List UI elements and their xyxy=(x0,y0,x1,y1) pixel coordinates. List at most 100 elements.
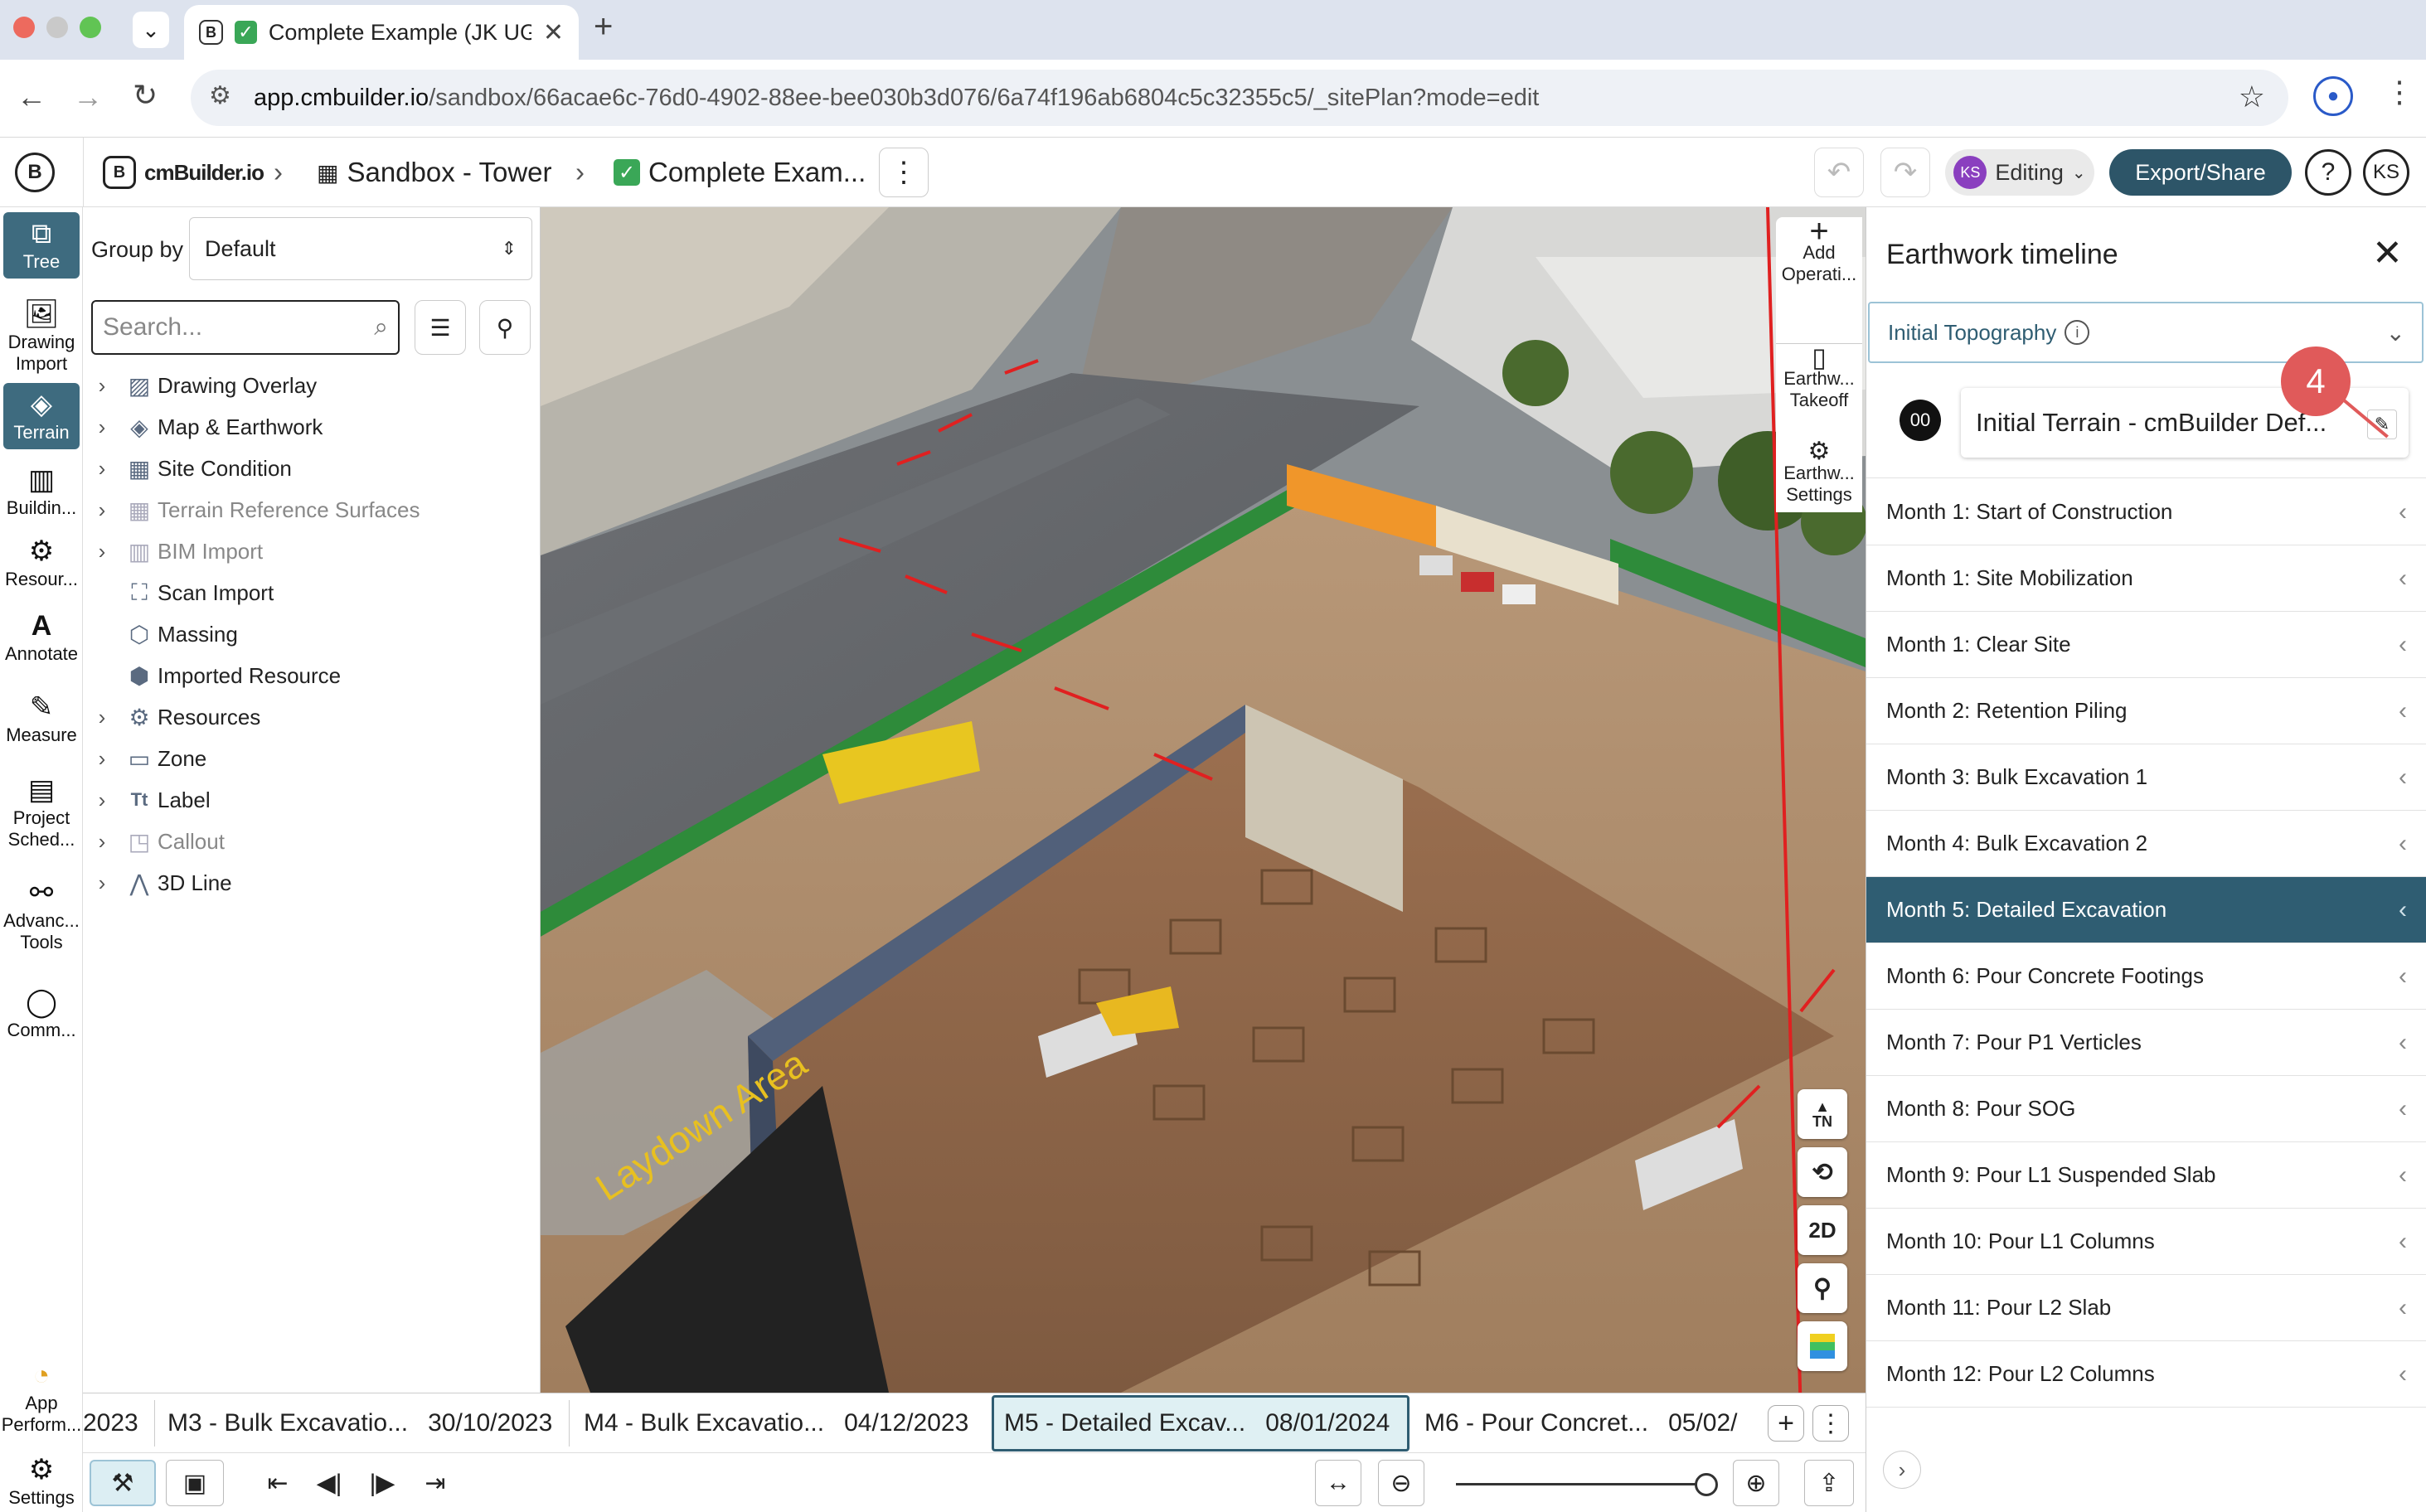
rail-advanced-tools[interactable]: ⚯ Advanc... Tools xyxy=(0,877,83,953)
tree-item-terrain-reference-surfaces[interactable]: › ▦ Terrain Reference Surfaces xyxy=(83,489,420,531)
rail-tree[interactable]: ⧉ Tree xyxy=(3,212,80,279)
tree-item-imported-resource[interactable]: ⬢ Imported Resource xyxy=(83,655,341,696)
skip-to-start-icon[interactable]: ⇤ xyxy=(257,1460,298,1506)
help-button[interactable]: ? xyxy=(2305,149,2351,196)
add-phase-icon[interactable]: + xyxy=(1768,1405,1804,1442)
tree-item-callout[interactable]: › ◳ Callout xyxy=(83,821,225,862)
url-field[interactable]: ⚙ app.cmbuilder.io/sandbox/66acae6c-76d0… xyxy=(191,70,2288,126)
earthwork-settings-button[interactable]: ⚙ Earthw... Settings xyxy=(1776,439,1862,512)
breadcrumb-sandbox[interactable]: ▦ Sandbox - Tower xyxy=(317,138,552,207)
chevron-left-icon[interactable]: ‹ xyxy=(2399,697,2407,725)
fit-width-icon[interactable]: ↔ xyxy=(1315,1460,1361,1506)
month-row[interactable]: Month 10: Pour L1 Columns ‹ xyxy=(1866,1209,2426,1275)
presentation-mode-icon[interactable]: ▣ xyxy=(166,1460,224,1506)
chevron-left-icon[interactable]: ‹ xyxy=(2399,962,2407,991)
profile-icon[interactable]: ● xyxy=(2313,76,2353,116)
chevron-left-icon[interactable]: ‹ xyxy=(2399,1228,2407,1256)
project-menu-icon[interactable]: ⋮ xyxy=(879,148,929,197)
chevron-left-icon[interactable]: ‹ xyxy=(2399,498,2407,526)
rail-building[interactable]: ▥ Buildin... xyxy=(0,464,83,519)
tab-list-chevron-icon[interactable]: ⌄ xyxy=(133,12,169,48)
phase-item[interactable]: 2023 xyxy=(83,1397,154,1450)
chevron-left-icon[interactable]: ‹ xyxy=(2399,565,2407,593)
month-row[interactable]: Month 4: Bulk Excavation 2 ‹ xyxy=(1866,811,2426,877)
rail-comments[interactable]: ◯ Comm... xyxy=(0,986,83,1041)
groupby-select[interactable]: Default ⇕ xyxy=(189,217,532,280)
close-window-dot[interactable] xyxy=(13,17,35,38)
month-row[interactable]: Month 6: Pour Concrete Footings ‹ xyxy=(1866,943,2426,1010)
month-row[interactable]: Month 1: Clear Site ‹ xyxy=(1866,612,2426,678)
forward-arrow-icon[interactable]: → xyxy=(73,80,103,114)
back-arrow-icon[interactable]: ← xyxy=(17,80,46,114)
upload-export-icon[interactable]: ⇪ xyxy=(1804,1460,1854,1506)
month-row[interactable]: Month 1: Start of Construction ‹ xyxy=(1866,479,2426,545)
month-row[interactable]: Month 8: Pour SOG ‹ xyxy=(1866,1076,2426,1142)
minimize-window-dot[interactable] xyxy=(46,17,68,38)
tree-item-massing[interactable]: ⬡ Massing xyxy=(83,613,238,655)
user-avatar[interactable]: KS xyxy=(2363,149,2409,196)
rail-app-performance[interactable]: ◔ App Perform... xyxy=(0,1359,83,1436)
tree-item-map-earthwork[interactable]: › ◈ Map & Earthwork xyxy=(83,406,323,448)
site-settings-icon[interactable]: ⚙ xyxy=(209,81,231,110)
chevron-left-icon[interactable]: ‹ xyxy=(2399,631,2407,659)
chevron-right-icon[interactable]: › xyxy=(83,497,121,523)
redo-icon[interactable]: ↷ xyxy=(1880,148,1930,197)
add-operation-button[interactable]: + Add Operati... xyxy=(1776,215,1862,285)
chevron-left-icon[interactable]: ‹ xyxy=(2399,763,2407,792)
new-tab-button[interactable]: + xyxy=(594,8,613,46)
chevron-right-icon[interactable]: › xyxy=(83,539,121,565)
month-row-active[interactable]: Month 5: Detailed Excavation ‹ xyxy=(1866,877,2426,943)
month-row[interactable]: Month 3: Bulk Excavation 1 ‹ xyxy=(1866,744,2426,811)
toggle-2d-button[interactable]: 2D xyxy=(1798,1205,1847,1255)
zoom-in-icon[interactable]: ⊕ xyxy=(1733,1460,1779,1506)
month-row[interactable]: Month 1: Site Mobilization ‹ xyxy=(1866,545,2426,612)
month-row[interactable]: Month 9: Pour L1 Suspended Slab ‹ xyxy=(1866,1142,2426,1209)
month-row[interactable]: Month 12: Pour L2 Columns ‹ xyxy=(1866,1341,2426,1408)
rail-terrain[interactable]: ◈ Terrain xyxy=(3,383,80,449)
month-row[interactable]: Month 11: Pour L2 Slab ‹ xyxy=(1866,1275,2426,1341)
tree-item-scan-import[interactable]: ⛶ Scan Import xyxy=(83,572,274,613)
info-icon[interactable]: i xyxy=(2065,320,2090,345)
browser-tab[interactable]: B ✓ Complete Example (JK UG ✕ xyxy=(184,5,579,60)
chevron-right-icon[interactable]: › xyxy=(83,746,121,772)
editing-mode-dropdown[interactable]: KS Editing ⌄ xyxy=(1945,149,2094,196)
expand-panel-icon[interactable]: › xyxy=(1883,1451,1921,1489)
earthwork-takeoff-button[interactable]: ▯ Earthw... Takeoff xyxy=(1776,344,1862,411)
true-north-button[interactable]: ▲ TN xyxy=(1798,1089,1847,1139)
zoom-slider-thumb[interactable] xyxy=(1695,1473,1718,1496)
step-back-icon[interactable]: ◀| xyxy=(308,1460,350,1506)
chevron-right-icon[interactable]: › xyxy=(83,705,121,730)
3d-viewport[interactable]: Laydown Area + Add Operati... ▯ Earthw... … xyxy=(541,207,1866,1393)
tree-item-3d-line[interactable]: › ⋀ 3D Line xyxy=(83,862,232,904)
logo-link[interactable]: B cmBuilder.io xyxy=(103,138,264,207)
color-legend-icon[interactable] xyxy=(1798,1321,1847,1371)
maximize-window-dot[interactable] xyxy=(80,17,101,38)
rail-project-schedule[interactable]: ▤ Project Sched... xyxy=(0,774,83,850)
step-forward-icon[interactable]: |▶ xyxy=(361,1460,403,1506)
rail-settings[interactable]: ⚙ Settings xyxy=(0,1454,83,1509)
close-tab-icon[interactable]: ✕ xyxy=(543,18,564,47)
reload-icon[interactable]: ↻ xyxy=(133,78,158,113)
tree-item-label[interactable]: › Tt Label xyxy=(83,779,211,821)
tree-item-bim-import[interactable]: › ▥ BIM Import xyxy=(83,531,263,572)
tree-item-site-condition[interactable]: › ▦ Site Condition xyxy=(83,448,292,489)
pin-tool-icon[interactable]: ⚲ xyxy=(1798,1263,1847,1313)
app-home-icon[interactable]: B xyxy=(15,153,55,192)
sort-list-icon[interactable]: ☰ xyxy=(415,300,466,355)
chevron-right-icon[interactable]: › xyxy=(83,456,121,482)
construction-mode-icon[interactable]: ⚒ xyxy=(90,1460,156,1506)
chevron-left-icon[interactable]: ‹ xyxy=(2399,830,2407,858)
close-panel-icon[interactable]: ✕ xyxy=(2372,232,2403,274)
chevron-right-icon[interactable]: › xyxy=(83,829,121,855)
zoom-slider-track[interactable] xyxy=(1456,1483,1710,1485)
rail-measure[interactable]: ✎ Measure xyxy=(0,691,83,746)
zoom-out-icon[interactable]: ⊖ xyxy=(1378,1460,1424,1506)
chevron-left-icon[interactable]: ‹ xyxy=(2399,1029,2407,1057)
chevron-left-icon[interactable]: ‹ xyxy=(2399,1095,2407,1123)
chevron-left-icon[interactable]: ‹ xyxy=(2399,1360,2407,1388)
rail-drawing-import[interactable]: 🖼 Drawing Import xyxy=(0,298,83,375)
search-input[interactable]: Search... ⌕ xyxy=(91,300,400,355)
tree-item-drawing-overlay[interactable]: › ▨ Drawing Overlay xyxy=(83,365,318,406)
chevron-right-icon[interactable]: › xyxy=(83,788,121,813)
tree-item-resources[interactable]: › ⚙ Resources xyxy=(83,696,261,738)
